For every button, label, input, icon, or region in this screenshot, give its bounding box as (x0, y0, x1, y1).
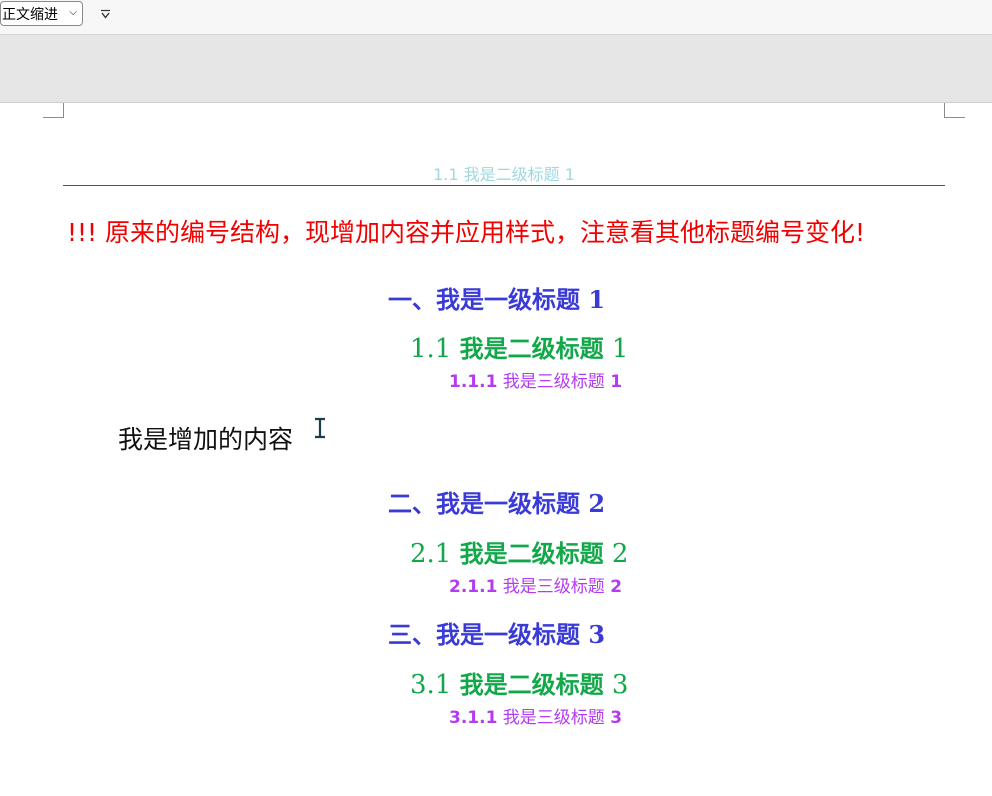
toolbar: 正文缩进 ⌵ (0, 0, 992, 35)
heading-3-text: 我是三级标题 (497, 577, 611, 597)
heading-2-number: 2.1 (410, 539, 460, 569)
heading-2: 1.1 我是二级标题 1 (410, 329, 628, 364)
chevron-menu-icon[interactable] (97, 5, 113, 23)
heading-3-text: 我是三级标题 (497, 372, 611, 392)
heading-2-text: 我是二级标题 (459, 334, 604, 363)
header-divider (63, 185, 945, 186)
notice-text: !!! 原来的编号结构，现增加内容并应用样式，注意看其他标题编号变化! (67, 218, 866, 247)
paragraph-style-select[interactable]: 正文缩进 ⌵ (0, 1, 83, 26)
paragraph-style-value: 正文缩进 (2, 6, 58, 23)
heading-2-number: 3.1 (410, 670, 460, 700)
heading-2-suffix: 1 (603, 334, 629, 364)
page-header-text: 1.1 我是二级标题 1 (433, 165, 575, 184)
margin-corner-mark (43, 103, 64, 118)
body-paragraph[interactable]: 我是增加的内容 (118, 420, 293, 456)
chevron-down-icon: ⌵ (69, 7, 77, 18)
heading-3: 1.1.1 我是三级标题 1 (449, 367, 622, 392)
heading-1: 一、我是一级标题 1 (388, 285, 606, 314)
heading-2-suffix: 3 (603, 670, 629, 700)
heading-3-number: 3.1.1 (449, 708, 498, 728)
heading-1: 二、我是一级标题 2 (388, 489, 606, 518)
heading-2-text: 我是二级标题 (459, 539, 604, 568)
heading-3: 2.1.1 我是三级标题 2 (449, 572, 622, 597)
heading-2-number: 1.1 (410, 334, 460, 364)
heading-3-suffix: 3 (610, 708, 623, 728)
heading-3-number: 1.1.1 (449, 372, 498, 392)
heading-3-suffix: 2 (610, 577, 623, 597)
heading-3-number: 2.1.1 (449, 577, 498, 597)
ribbon-area (0, 35, 992, 103)
heading-2: 2.1 我是二级标题 2 (410, 534, 628, 569)
heading-2: 3.1 我是二级标题 3 (410, 665, 628, 700)
heading-3: 3.1.1 我是三级标题 3 (449, 703, 622, 728)
text-cursor-icon (315, 417, 325, 439)
heading-2-text: 我是二级标题 (459, 670, 604, 699)
heading-3-text: 我是三级标题 (497, 708, 611, 728)
heading-3-suffix: 1 (610, 372, 623, 392)
document-page[interactable]: 1.1 我是二级标题 1 !!! 原来的编号结构，现增加内容并应用样式，注意看其… (0, 103, 992, 796)
margin-corner-mark (944, 103, 965, 118)
heading-2-suffix: 2 (603, 539, 629, 569)
heading-1: 三、我是一级标题 3 (388, 620, 606, 649)
